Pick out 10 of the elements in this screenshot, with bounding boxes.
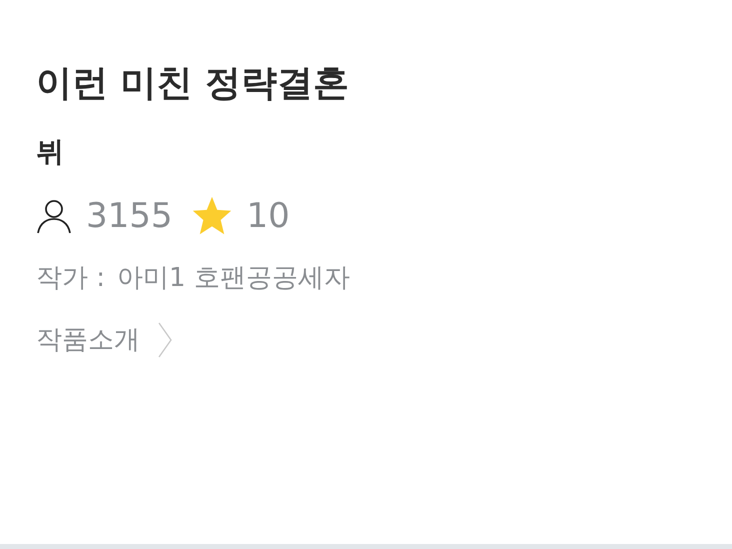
- star-count: 10: [246, 195, 290, 238]
- author-name: 아미1 호팬공공세자: [117, 262, 350, 295]
- work-intro-link[interactable]: 작품소개: [36, 320, 172, 360]
- view-count: 3155: [86, 195, 173, 238]
- work-title: 이런 미친 정략결혼: [36, 62, 350, 106]
- chevron-icon: [158, 322, 172, 358]
- person-icon: [36, 198, 72, 234]
- star-icon: [190, 196, 233, 236]
- character-name: 뷔: [36, 134, 65, 170]
- author-label: 작가 :: [36, 262, 106, 295]
